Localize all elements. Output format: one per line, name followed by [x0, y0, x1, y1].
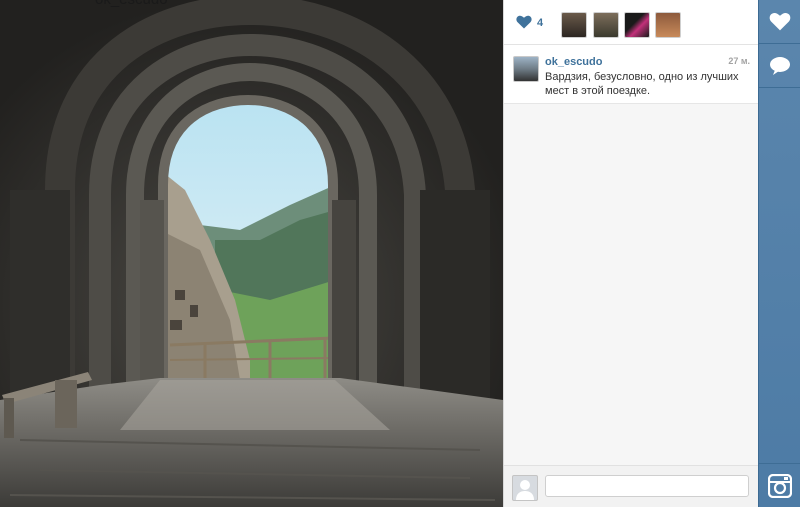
- liker-avatar-4[interactable]: [655, 12, 681, 38]
- avatar[interactable]: [513, 56, 539, 82]
- sidebar: 4 ok_escudo 27 м. Вардзия, безусловно, о…: [503, 0, 759, 507]
- comment-button[interactable]: [759, 44, 800, 88]
- instagram-camera-icon: [768, 473, 792, 498]
- likes-bar: 4: [504, 0, 759, 45]
- liker-avatar-2[interactable]: [593, 12, 619, 38]
- speech-bubble-icon: [770, 56, 790, 75]
- default-user-icon: [512, 475, 538, 501]
- comment-input[interactable]: [545, 475, 749, 497]
- heart-icon[interactable]: [516, 15, 532, 29]
- like-button[interactable]: [759, 0, 800, 44]
- action-bar: [758, 0, 800, 507]
- photo-scene: [0, 0, 503, 507]
- comment-username[interactable]: ok_escudo: [545, 56, 602, 68]
- comment-text: Вардзия, безусловно, одно из лучших мест…: [545, 71, 739, 97]
- comment-composer: [504, 465, 759, 507]
- photo-top-caption: ok_escudo: [95, 0, 168, 8]
- comment-item: ok_escudo 27 м. Вардзия, безусловно, одн…: [504, 45, 759, 104]
- heart-icon: [769, 12, 791, 31]
- instagram-button[interactable]: [759, 463, 800, 507]
- liker-avatar-3[interactable]: [624, 12, 650, 38]
- liker-avatar-1[interactable]: [561, 12, 587, 38]
- like-count[interactable]: 4: [537, 17, 543, 29]
- comment-timestamp: 27 м.: [728, 56, 750, 66]
- photo[interactable]: ok_escudo: [0, 0, 503, 507]
